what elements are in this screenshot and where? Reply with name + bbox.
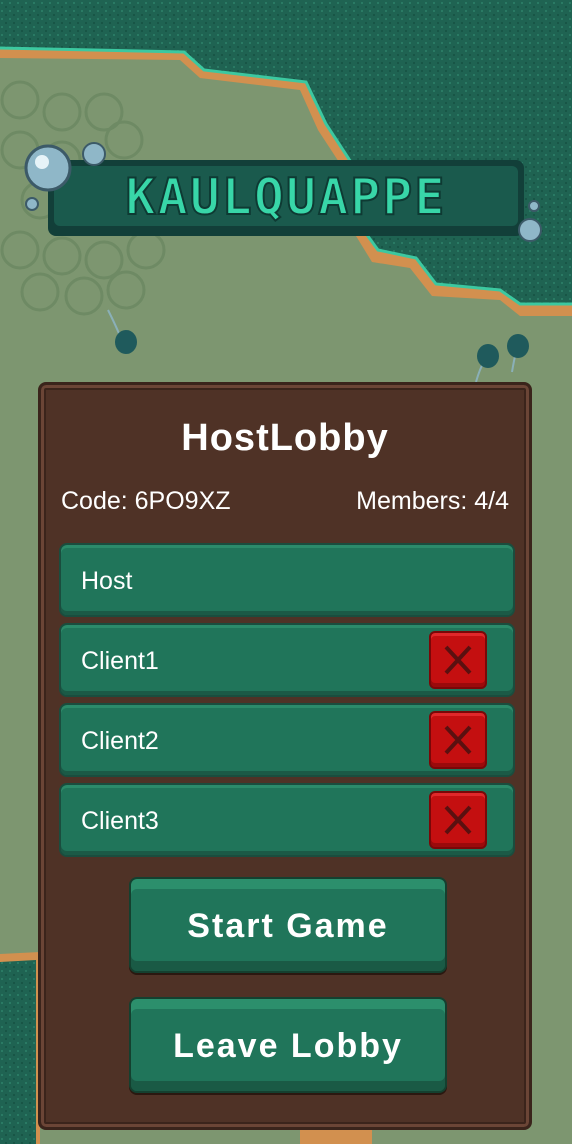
member-row-client1: Client1 [59, 623, 515, 697]
game-logo: KAULQUAPPE [22, 138, 550, 248]
lobby-title: HostLobby [181, 417, 389, 459]
lobby-code: Code: 6PO9XZ [61, 487, 231, 515]
member-row-host: Host [59, 543, 515, 617]
leave-lobby-button[interactable]: Leave Lobby [129, 997, 447, 1093]
kick-button-client3[interactable] [429, 791, 487, 849]
tadpole-icon [475, 344, 499, 383]
member-name: Client3 [81, 807, 159, 835]
leave-lobby-label: Leave Lobby [173, 1027, 403, 1065]
member-name: Client1 [81, 647, 159, 675]
start-game-button[interactable]: Start Game [129, 877, 447, 973]
start-game-label: Start Game [187, 907, 389, 945]
tadpole-icon [507, 334, 529, 373]
member-name: Client2 [81, 727, 159, 755]
host-lobby-panel: HostLobby Code: 6PO9XZ Members: 4/4 Host… [38, 382, 532, 1130]
kick-button-client1[interactable] [429, 631, 487, 689]
member-row-client2: Client2 [59, 703, 515, 777]
member-name: Host [81, 567, 133, 595]
x-icon [444, 725, 472, 755]
x-icon [444, 645, 472, 675]
member-count: Members: 4/4 [356, 487, 509, 515]
kick-button-client2[interactable] [429, 711, 487, 769]
tadpole-icon [107, 309, 137, 354]
member-row-client3: Client3 [59, 783, 515, 857]
logo-text: KAULQUAPPE [125, 168, 446, 226]
x-icon [444, 805, 472, 835]
